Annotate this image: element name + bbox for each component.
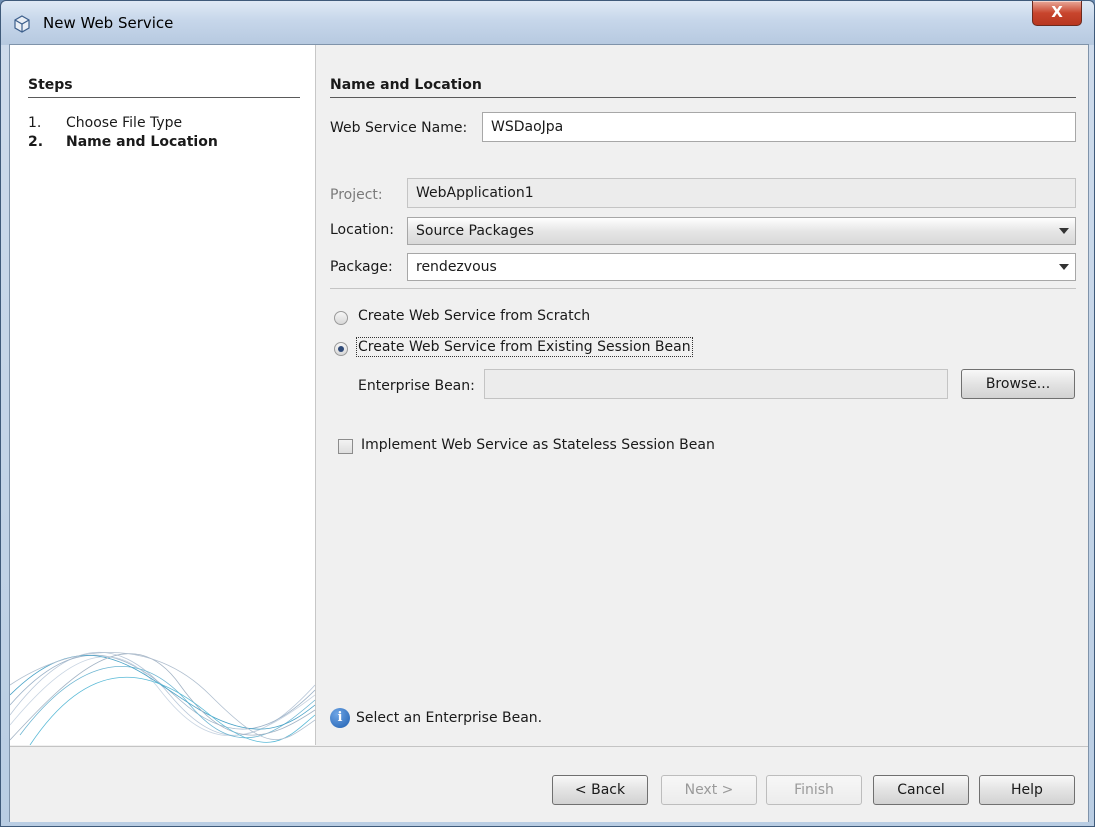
package-label: Package: [330, 259, 393, 275]
section-title: Name and Location [330, 77, 482, 93]
steps-title: Steps [28, 77, 73, 93]
help-button[interactable]: Help [979, 775, 1075, 805]
step-item-choose-file-type: 1. Choose File Type [28, 115, 182, 131]
content-panel: Name and Location Web Service Name: WSDa… [316, 45, 1088, 745]
enterprise-bean-field [484, 369, 948, 399]
package-combobox[interactable]: rendezvous [407, 253, 1076, 281]
chevron-down-icon [1059, 264, 1069, 270]
info-icon: i [330, 708, 350, 728]
stateless-session-bean-label[interactable]: Implement Web Service as Stateless Sessi… [361, 437, 715, 453]
radio-create-from-session-bean-label[interactable]: Create Web Service from Existing Session… [356, 337, 693, 357]
web-service-name-label: Web Service Name: [330, 120, 468, 136]
netbeans-cube-icon [14, 15, 30, 33]
cancel-button[interactable]: Cancel [873, 775, 969, 805]
location-label: Location: [330, 222, 394, 238]
section-divider [330, 97, 1076, 98]
radio-create-from-scratch-label[interactable]: Create Web Service from Scratch [358, 308, 590, 324]
enterprise-bean-label: Enterprise Bean: [358, 378, 475, 394]
step-number: 1. [28, 115, 42, 131]
step-label: Choose File Type [66, 115, 183, 131]
package-value: rendezvous [416, 259, 497, 275]
finish-button[interactable]: Finish [766, 775, 862, 805]
step-number: 2. [28, 134, 44, 150]
steps-panel: Steps 1. Choose File Type 2. Name and Loca… [10, 45, 316, 745]
location-value: Source Packages [416, 223, 534, 239]
step-label: Name and Location [66, 134, 218, 150]
radio-create-from-scratch[interactable] [334, 311, 348, 325]
button-bar: < Back Next > Finish Cancel Help [10, 746, 1088, 822]
new-web-service-dialog: New Web Service X Steps 1. Choose File Ty… [0, 0, 1095, 827]
next-button[interactable]: Next > [661, 775, 757, 805]
stateless-session-bean-checkbox[interactable] [338, 439, 353, 454]
decorative-wave-graphic [10, 651, 315, 745]
status-message: i Select an Enterprise Bean. [330, 708, 542, 728]
back-button[interactable]: < Back [552, 775, 648, 805]
dialog-body: Steps 1. Choose File Type 2. Name and Loca… [9, 44, 1089, 822]
title-bar: New Web Service X [1, 1, 1094, 45]
separator [330, 288, 1076, 289]
project-field: WebApplication1 [407, 178, 1076, 208]
steps-divider [28, 97, 300, 98]
status-text: Select an Enterprise Bean. [356, 710, 543, 726]
close-button[interactable]: X [1032, 1, 1082, 26]
location-dropdown[interactable]: Source Packages [407, 217, 1076, 245]
radio-create-from-session-bean[interactable] [334, 342, 348, 356]
web-service-name-field[interactable]: WSDaoJpa [482, 112, 1076, 142]
browse-button[interactable]: Browse... [961, 369, 1075, 399]
project-label: Project: [330, 187, 383, 203]
window-title: New Web Service [43, 14, 174, 32]
chevron-down-icon [1059, 228, 1069, 234]
step-item-name-and-location: 2. Name and Location [28, 134, 218, 150]
